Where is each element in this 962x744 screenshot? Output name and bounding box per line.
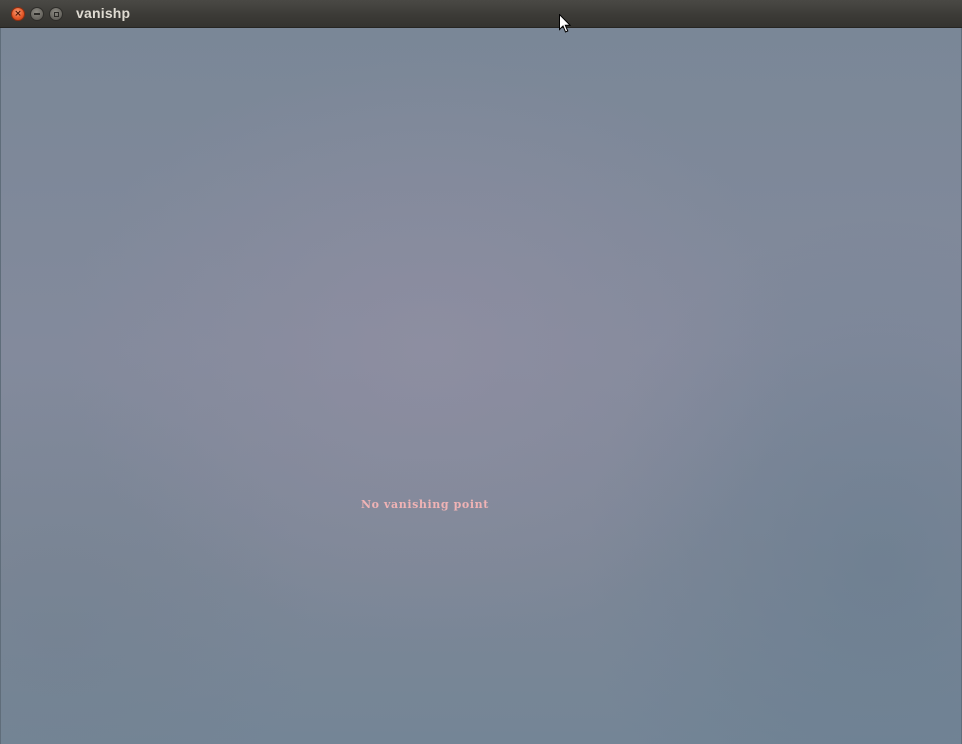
minimize-icon xyxy=(34,13,40,15)
close-button[interactable]: × xyxy=(11,7,25,21)
title-bar[interactable]: × vanishp xyxy=(0,0,962,28)
close-icon: × xyxy=(14,8,22,19)
status-text: No vanishing point xyxy=(361,498,489,511)
app-window: × vanishp No vanishing point xyxy=(0,0,962,744)
window-title: vanishp xyxy=(76,5,131,21)
maximize-icon xyxy=(53,11,59,17)
camera-view xyxy=(0,28,962,744)
maximize-button[interactable] xyxy=(49,7,63,21)
mouse-cursor-icon xyxy=(559,14,571,33)
minimize-button[interactable] xyxy=(30,7,44,21)
